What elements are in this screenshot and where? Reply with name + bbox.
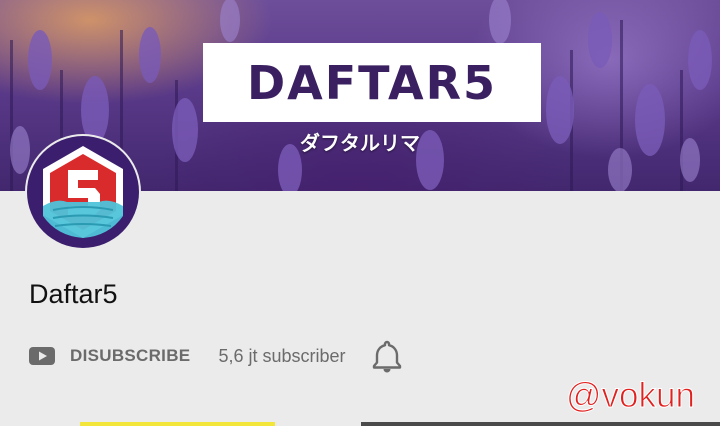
channel-name: Daftar5 (29, 279, 118, 309)
video-thumbnail-edge[interactable] (361, 422, 720, 426)
avatar[interactable] (27, 136, 139, 248)
channel-logo-text: DAFTAR5 (246, 55, 498, 110)
watermark-text: @vokun (566, 376, 696, 416)
unsubscribe-button[interactable]: DISUBSCRIBE (70, 346, 190, 366)
video-thumbnail-edge[interactable] (80, 422, 275, 426)
bell-icon[interactable] (372, 339, 402, 373)
subscriber-count: 5,6 jt subscriber (218, 345, 346, 366)
subscription-row: DISUBSCRIBE 5,6 jt subscriber (29, 339, 402, 373)
avatar-logo-image (43, 146, 123, 238)
youtube-play-icon[interactable] (29, 347, 55, 365)
channel-logo-box: DAFTAR5 (203, 43, 541, 122)
